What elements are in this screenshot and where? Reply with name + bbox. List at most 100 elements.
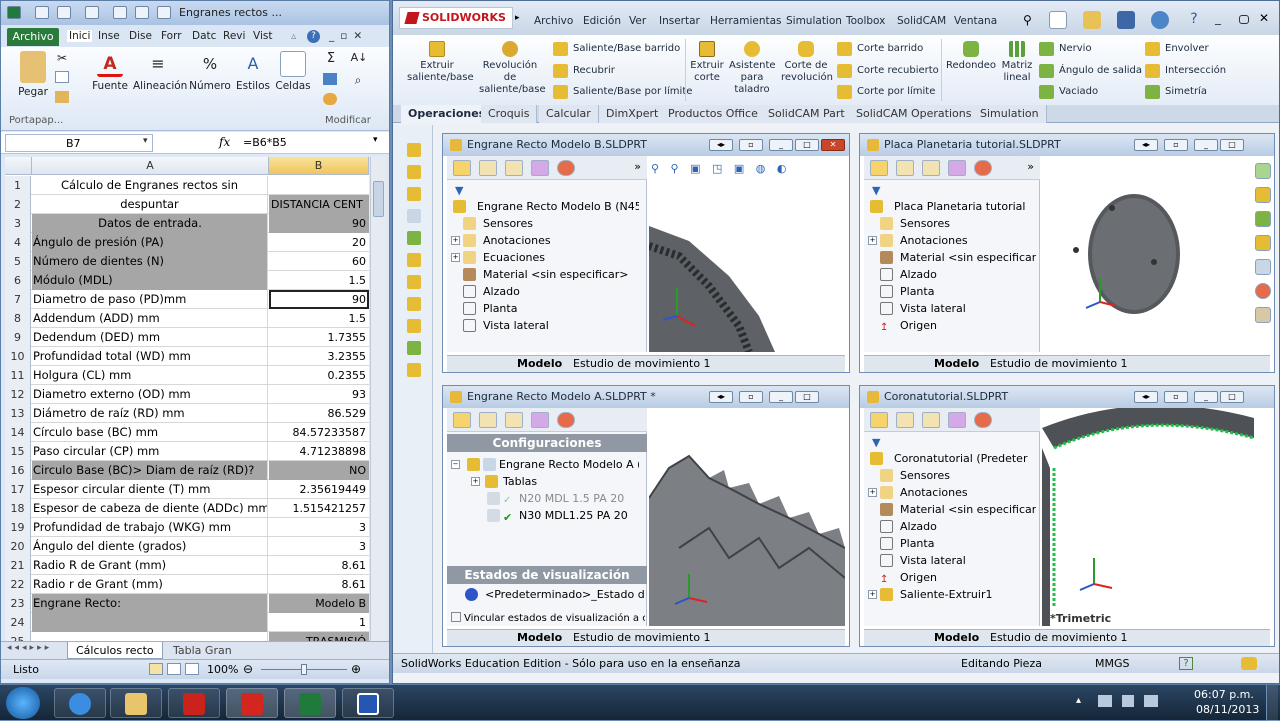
page-layout-icon[interactable]	[167, 663, 181, 675]
doc-p-minimize-icon[interactable]: _	[1194, 139, 1218, 151]
table-row[interactable]: 7 Diametro de paso (PD)mm 90	[5, 290, 369, 309]
collapse-icon[interactable]: −	[451, 460, 460, 469]
appearances-icon[interactable]	[1255, 283, 1271, 299]
scroll-thumb[interactable]	[373, 181, 384, 217]
cell-b[interactable]: 3	[269, 518, 369, 537]
display-tab-icon[interactable]	[974, 160, 992, 176]
tab-operaciones[interactable]: Operaciones	[401, 105, 494, 123]
modelo-tab[interactable]: Modelo	[517, 357, 562, 370]
corte-barrido-button[interactable]: Corte barrido	[837, 42, 923, 56]
row-header[interactable]: 21	[5, 556, 31, 575]
flag-icon[interactable]	[1122, 695, 1134, 707]
cell-b[interactable]: 1.515421257	[269, 499, 369, 518]
folder-icon[interactable]	[1255, 235, 1271, 251]
menu-ventana[interactable]: Ventana	[954, 15, 997, 27]
simetria-button[interactable]: Simetría	[1145, 85, 1207, 99]
table-row[interactable]: 17 Espesor circular diente (T) mm 2.356194…	[5, 480, 369, 499]
cell-a[interactable]: Radio R de Grant (mm)	[32, 556, 268, 575]
table-row[interactable]: 24 1	[5, 613, 369, 632]
sw-close-icon[interactable]: ✕	[1259, 11, 1277, 29]
row-header[interactable]: 5	[5, 252, 31, 271]
cell-b[interactable]: 8.61	[269, 556, 369, 575]
row-header[interactable]: 18	[5, 499, 31, 518]
motion-study-tab[interactable]: Estudio de movimiento 1	[573, 357, 711, 370]
mirror-entities-icon[interactable]	[407, 341, 421, 355]
row-header[interactable]: 22	[5, 575, 31, 594]
offset-icon[interactable]	[407, 319, 421, 333]
paste-button[interactable]: Pegar	[15, 51, 51, 98]
doc-a-maximize-icon[interactable]: □	[795, 391, 819, 403]
doc-a-minimize-icon[interactable]: _	[769, 391, 793, 403]
relations-icon[interactable]	[407, 363, 421, 377]
tree-root[interactable]: Placa Planetaria tutorial	[866, 198, 1036, 215]
formula-input[interactable]: =B6*B5	[243, 136, 287, 149]
cell-b[interactable]: 0.2355	[269, 366, 369, 385]
display-tab-icon[interactable]	[557, 412, 575, 428]
cell-a[interactable]: Circulo Base (BC)> Diam de raíz (RD)?	[32, 461, 268, 480]
row-header[interactable]: 8	[5, 309, 31, 328]
cell-a[interactable]: Número de dientes (N)	[32, 252, 268, 271]
cell-a[interactable]: Engrane Recto:	[32, 594, 268, 613]
row-header[interactable]: 16	[5, 461, 31, 480]
row-header[interactable]: 12	[5, 385, 31, 404]
tree-item[interactable]: + Anotaciones	[449, 232, 639, 249]
vaciado-button[interactable]: Vaciado	[1039, 85, 1098, 99]
cells-button[interactable]: Celdas	[275, 51, 311, 92]
custom-properties-icon[interactable]	[1255, 307, 1271, 323]
extruir-saliente-button[interactable]: Extruir saliente/base	[407, 41, 474, 84]
expand-formula-icon[interactable]: ▾	[373, 135, 378, 145]
featuremanager-tab-icon[interactable]	[870, 412, 888, 428]
tab-dimxpert[interactable]: DimXpert	[599, 105, 667, 123]
menu-edicion[interactable]: Edición	[583, 15, 621, 27]
tree-item[interactable]: Material <sin especificar	[866, 249, 1036, 266]
show-hidden-icons[interactable]: ▴	[1076, 695, 1081, 706]
network-icon[interactable]	[1098, 695, 1112, 707]
sheet-tab-calculos[interactable]: Cálculos recto	[67, 642, 163, 659]
doc-p-maximize-icon[interactable]: □	[1220, 139, 1244, 151]
propertymanager-tab-icon[interactable]	[479, 160, 497, 176]
table-row[interactable]: 20 Ángulo del diente (grados) 3	[5, 537, 369, 556]
row-header[interactable]: 10	[5, 347, 31, 366]
cell-b[interactable]: 1	[269, 613, 369, 632]
table-row[interactable]: 15 Paso circular (CP) mm 4.71238898	[5, 442, 369, 461]
tab-formulas[interactable]: Forr	[161, 30, 182, 42]
tree-item[interactable]: Sensores	[449, 215, 639, 232]
cell-b[interactable]: 1.5	[269, 309, 369, 328]
tab-diseno[interactable]: Dise	[129, 30, 152, 42]
column-header-a[interactable]: A	[32, 157, 269, 175]
row-header[interactable]: 11	[5, 366, 31, 385]
name-box-dropdown-icon[interactable]: ▾	[143, 136, 148, 146]
excel-app-icon[interactable]	[7, 6, 21, 19]
cell-a[interactable]: Profundidad de trabajo (WKG) mm	[32, 518, 268, 537]
cell-a[interactable]: Datos de entrada.	[32, 214, 268, 233]
configmanager-tab-icon[interactable]	[505, 412, 523, 428]
tree-item[interactable]: Sensores	[866, 467, 1036, 484]
logo-flyout-icon[interactable]: ▸	[515, 13, 520, 23]
link-checkbox[interactable]	[451, 612, 461, 622]
save-document-icon[interactable]	[1117, 11, 1135, 29]
cell-b[interactable]: 3.2355	[269, 347, 369, 366]
doc-c-maximize-icon[interactable]: □	[1220, 391, 1244, 403]
dimxpert-tab-icon[interactable]	[948, 412, 966, 428]
cell-a[interactable]: Ángulo del diente (grados)	[32, 537, 268, 556]
row-header[interactable]: 1	[5, 176, 31, 195]
table-row[interactable]: 19 Profundidad de trabajo (WKG) mm 3	[5, 518, 369, 537]
tab-croquis[interactable]: Croquis	[481, 105, 538, 123]
row-header[interactable]: 7	[5, 290, 31, 309]
modelo-tab[interactable]: Modelo	[934, 631, 979, 644]
dimxpert-tab-icon[interactable]	[531, 160, 549, 176]
taskbar-acrobat[interactable]	[168, 688, 220, 718]
propertymanager-tab-icon[interactable]	[896, 412, 914, 428]
nervio-button[interactable]: Nervio	[1039, 42, 1092, 56]
help-icon[interactable]: ?	[307, 30, 320, 43]
show-desktop-button[interactable]	[1266, 685, 1278, 721]
more-tabs-icon[interactable]: »	[634, 160, 641, 173]
corte-limite-button[interactable]: Corte por límite	[837, 85, 935, 99]
cell-a[interactable]: Espesor circular diente (T) mm	[32, 480, 268, 499]
revolucion-saliente-button[interactable]: Revolución de saliente/base	[479, 41, 546, 96]
save-icon[interactable]	[35, 6, 49, 19]
table-row[interactable]: 1 Cálculo de Engranes rectos sin	[5, 176, 369, 195]
tag-icon[interactable]	[1241, 657, 1257, 670]
open-document-icon[interactable]	[1083, 11, 1101, 29]
menu-herramientas[interactable]: Herramientas	[710, 15, 782, 27]
